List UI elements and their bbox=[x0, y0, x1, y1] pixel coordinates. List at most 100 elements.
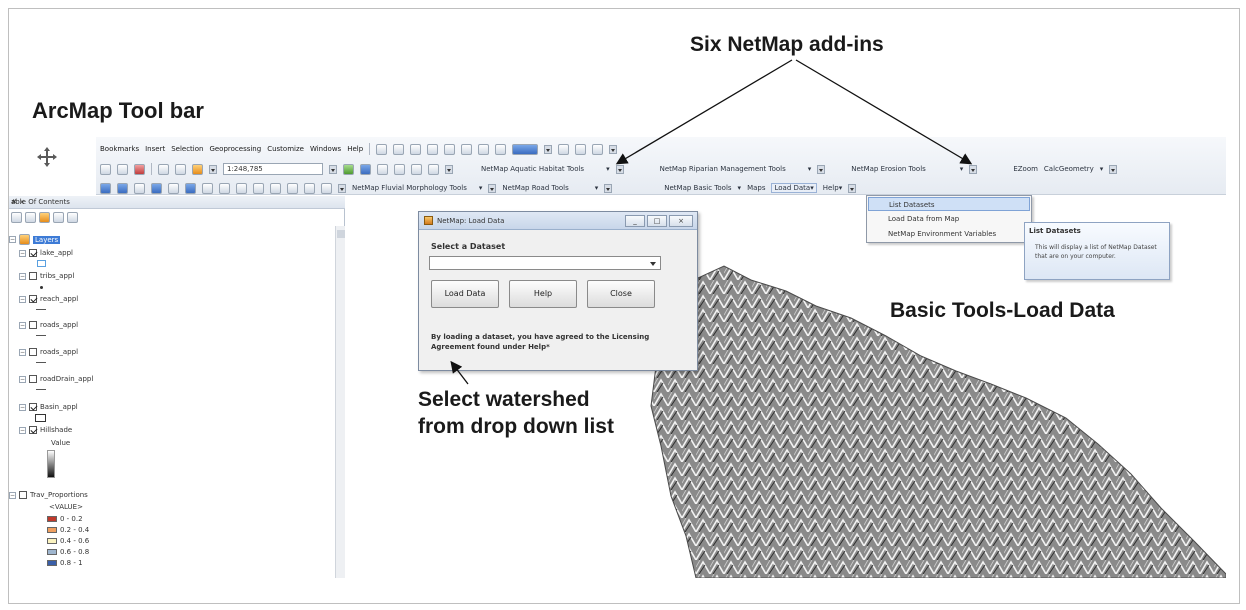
python-icon[interactable] bbox=[428, 163, 439, 175]
paste-icon[interactable] bbox=[117, 163, 128, 175]
toc-layer-row[interactable]: − roadDrain_appl bbox=[19, 375, 93, 383]
select-features-icon[interactable] bbox=[478, 143, 490, 155]
zoom-out-icon[interactable] bbox=[117, 182, 128, 194]
fluvial-toolbar-options-icon[interactable] bbox=[488, 183, 497, 193]
print-icon[interactable] bbox=[575, 143, 587, 155]
layer-visibility-checkbox[interactable] bbox=[29, 348, 37, 356]
menu-load-data[interactable]: Load Data▾ bbox=[771, 183, 817, 193]
toolbar-calc-geometry[interactable]: CalcGeometry bbox=[1044, 165, 1094, 173]
catalog-icon[interactable] bbox=[377, 163, 388, 175]
menu-geoprocessing[interactable]: Geoprocessing bbox=[209, 145, 261, 153]
toc-pin-close-icon[interactable]: # × bbox=[11, 198, 339, 206]
menu-netmap-help[interactable]: Help▾ bbox=[823, 184, 842, 192]
toc-root-layers[interactable]: − Layers bbox=[9, 234, 61, 245]
table-of-contents-icon[interactable] bbox=[360, 163, 371, 175]
expander-icon[interactable]: − bbox=[9, 236, 16, 243]
scale-dropdown-icon[interactable] bbox=[329, 164, 337, 174]
menu-item-load-data-from-map[interactable]: Load Data from Map bbox=[868, 212, 1030, 226]
find-icon[interactable] bbox=[253, 182, 264, 194]
toolbar-basic[interactable]: NetMap Basic Tools bbox=[664, 184, 731, 192]
layer-visibility-checkbox[interactable] bbox=[29, 375, 37, 383]
minimize-icon[interactable]: _ bbox=[625, 215, 645, 227]
color-picker-icon[interactable] bbox=[512, 143, 539, 155]
expander-icon[interactable]: − bbox=[19, 403, 26, 411]
dataset-select[interactable] bbox=[429, 256, 661, 270]
layer-visibility-checkbox[interactable] bbox=[29, 426, 37, 434]
copy-icon[interactable] bbox=[100, 163, 111, 175]
next-extent-icon[interactable] bbox=[461, 143, 473, 155]
create-viewer-icon[interactable] bbox=[321, 182, 332, 194]
identify-icon[interactable] bbox=[185, 182, 196, 194]
toc-layer-row[interactable]: − Trav_Proportions bbox=[9, 491, 88, 499]
more-tools-dropdown-icon[interactable] bbox=[609, 144, 618, 154]
toolbar-erosion[interactable]: NetMap Erosion Tools bbox=[851, 165, 926, 173]
basic-toolbar-options-icon[interactable] bbox=[848, 183, 857, 193]
riparian-toolbar-options-icon[interactable] bbox=[817, 164, 826, 174]
add-data-icon[interactable] bbox=[192, 163, 203, 175]
clear-selection-icon[interactable] bbox=[495, 143, 507, 155]
list-by-selection-icon[interactable] bbox=[53, 212, 64, 223]
menu-windows[interactable]: Windows bbox=[310, 145, 341, 153]
menu-item-environment-variables[interactable]: NetMap Environment Variables bbox=[868, 227, 1030, 241]
aquatic-toolbar-options-icon[interactable] bbox=[615, 164, 624, 174]
expander-icon[interactable]: − bbox=[19, 375, 26, 383]
list-by-drawing-order-icon[interactable] bbox=[11, 212, 22, 223]
expander-icon[interactable]: − bbox=[19, 348, 26, 356]
menu-help[interactable]: Help bbox=[347, 145, 363, 153]
map-scale-combo[interactable]: 1:248,785 bbox=[223, 163, 323, 175]
arctoolbox-icon[interactable] bbox=[411, 163, 422, 175]
toc-layer-row[interactable]: − lake_appl bbox=[19, 249, 73, 257]
calc-geometry-options-icon[interactable] bbox=[1109, 164, 1118, 174]
load-data-button[interactable]: Load Data bbox=[431, 280, 499, 308]
menu-selection[interactable]: Selection bbox=[171, 145, 203, 153]
close-button[interactable]: Close bbox=[587, 280, 655, 308]
erosion-dropdown-arrow[interactable]: ▾ bbox=[960, 165, 964, 173]
toc-scroll-thumb[interactable] bbox=[337, 230, 345, 238]
redo-icon[interactable] bbox=[175, 163, 186, 175]
menu-bookmarks[interactable]: Bookmarks bbox=[100, 145, 139, 153]
calc-geometry-dropdown-arrow[interactable]: ▾ bbox=[1100, 165, 1104, 173]
select-elements-icon[interactable] bbox=[168, 182, 179, 194]
dialog-title-bar[interactable]: NetMap: Load Data _ □ × bbox=[419, 212, 697, 230]
color-dropdown-icon[interactable] bbox=[544, 144, 553, 154]
expander-icon[interactable]: − bbox=[9, 491, 16, 499]
globe-icon[interactable] bbox=[151, 182, 162, 194]
expander-icon[interactable]: − bbox=[19, 249, 26, 257]
editor-icon[interactable] bbox=[558, 143, 570, 155]
toolbar-riparian[interactable]: NetMap Riparian Management Tools bbox=[660, 165, 786, 173]
layer-visibility-checkbox[interactable] bbox=[29, 321, 37, 329]
delete-icon[interactable] bbox=[134, 163, 145, 175]
erosion-toolbar-options-icon[interactable] bbox=[969, 164, 978, 174]
previous-extent-icon[interactable] bbox=[444, 143, 456, 155]
help-button[interactable]: Help bbox=[509, 280, 577, 308]
standard-dropdown-icon[interactable] bbox=[445, 164, 453, 174]
toolbar-ezoom[interactable]: EZoom bbox=[1013, 165, 1038, 173]
hyperlink-icon[interactable] bbox=[202, 182, 213, 194]
add-data-dropdown-icon[interactable] bbox=[209, 164, 217, 174]
measure-icon[interactable] bbox=[236, 182, 247, 194]
close-icon[interactable]: × bbox=[669, 215, 693, 227]
fluvial-dropdown-arrow[interactable]: ▾ bbox=[479, 184, 483, 192]
search-window-icon[interactable] bbox=[394, 163, 405, 175]
toc-layer-row[interactable]: − Hillshade bbox=[19, 426, 72, 434]
toc-layer-row[interactable]: − roads_appl bbox=[19, 321, 78, 329]
list-by-source-icon[interactable] bbox=[25, 212, 36, 223]
basic-dropdown-arrow[interactable]: ▾ bbox=[738, 184, 742, 192]
go-to-xy-icon[interactable] bbox=[287, 182, 298, 194]
layer-visibility-checkbox[interactable] bbox=[19, 491, 27, 499]
toc-layer-row[interactable]: − tribs_appl bbox=[19, 272, 74, 280]
road-toolbar-options-icon[interactable] bbox=[604, 183, 613, 193]
layer-visibility-checkbox[interactable] bbox=[29, 272, 37, 280]
layer-visibility-checkbox[interactable] bbox=[29, 295, 37, 303]
editor-toolbar-icon[interactable] bbox=[343, 163, 354, 175]
pan-icon[interactable] bbox=[410, 143, 422, 155]
chevron-down-icon[interactable] bbox=[650, 262, 656, 266]
tools-dropdown-icon[interactable] bbox=[338, 183, 346, 193]
menu-customize[interactable]: Customize bbox=[267, 145, 304, 153]
pan-tool-icon[interactable] bbox=[134, 182, 145, 194]
layer-visibility-checkbox[interactable] bbox=[29, 249, 37, 257]
toc-options-icon[interactable] bbox=[67, 212, 78, 223]
export-icon[interactable] bbox=[592, 143, 604, 155]
aquatic-dropdown-arrow[interactable]: ▾ bbox=[606, 165, 610, 173]
time-slider-icon[interactable] bbox=[304, 182, 315, 194]
